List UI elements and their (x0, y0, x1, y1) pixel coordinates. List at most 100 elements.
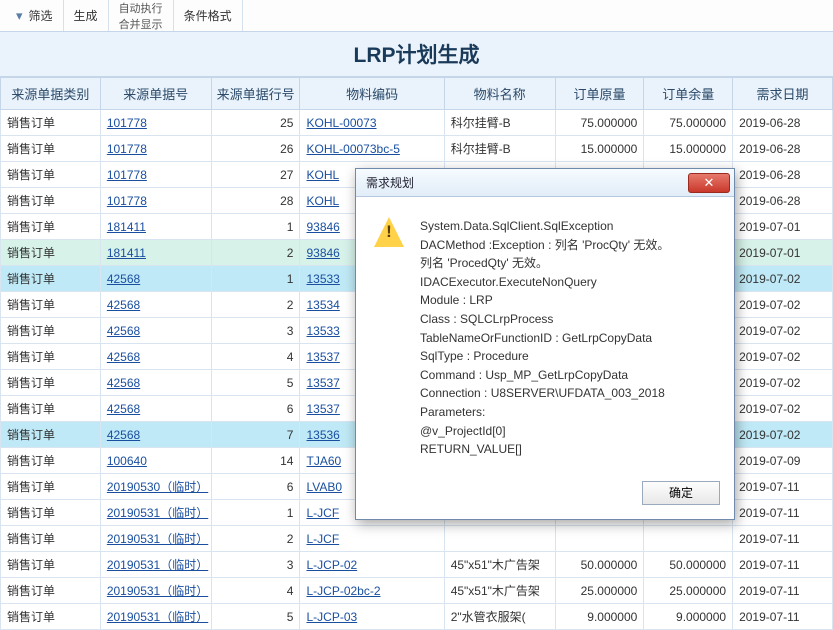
cell-date: 2019-07-02 (733, 396, 833, 422)
cell-orig-qty (555, 526, 644, 552)
close-button[interactable]: ✕ (688, 173, 730, 193)
cell-doc-no[interactable]: 42568 (100, 292, 211, 318)
cell-doc-no[interactable]: 42568 (100, 370, 211, 396)
cell-mat-name: 45"x51"木广告架 (444, 578, 555, 604)
col-header[interactable]: 物料名称 (444, 78, 555, 110)
cell-mat-name (444, 526, 555, 552)
cell-date: 2019-07-01 (733, 240, 833, 266)
cell-doc-type: 销售订单 (1, 474, 101, 500)
cell-doc-no[interactable]: 20190531（临时） (100, 500, 211, 526)
cell-date: 2019-07-11 (733, 552, 833, 578)
ok-button[interactable]: 确定 (642, 481, 720, 505)
cell-doc-no[interactable]: 42568 (100, 396, 211, 422)
cell-doc-type: 销售订单 (1, 266, 101, 292)
cell-doc-no[interactable]: 101778 (100, 162, 211, 188)
col-header[interactable]: 需求日期 (733, 78, 833, 110)
table-row[interactable]: 销售订单20190531（临时）3L-JCP-0245"x51"木广告架50.0… (1, 552, 833, 578)
col-header[interactable]: 来源单据类别 (1, 78, 101, 110)
cell-doc-type: 销售订单 (1, 136, 101, 162)
table-row[interactable]: 销售订单10177826KOHL-00073bc-5科尔挂臂-B15.00000… (1, 136, 833, 162)
cell-doc-type: 销售订单 (1, 422, 101, 448)
filter-label: 筛选 (29, 7, 53, 24)
cell-doc-type: 销售订单 (1, 578, 101, 604)
cell-line: 6 (211, 474, 300, 500)
cell-doc-type: 销售订单 (1, 292, 101, 318)
cell-doc-no[interactable]: 20190531（临时） (100, 552, 211, 578)
cell-mat-name: 2"水管衣服架( (444, 604, 555, 630)
cell-line: 2 (211, 240, 300, 266)
cell-line: 4 (211, 344, 300, 370)
cell-line: 4 (211, 578, 300, 604)
cell-doc-type: 销售订单 (1, 318, 101, 344)
cell-doc-no[interactable]: 42568 (100, 422, 211, 448)
cell-doc-no[interactable]: 101778 (100, 136, 211, 162)
cell-doc-type: 销售订单 (1, 162, 101, 188)
cell-orig-qty: 15.000000 (555, 136, 644, 162)
dialog-message: System.Data.SqlClient.SqlExceptionDACMet… (420, 217, 669, 459)
cell-orig-qty: 50.000000 (555, 552, 644, 578)
cell-line: 3 (211, 552, 300, 578)
cell-date: 2019-06-28 (733, 110, 833, 136)
table-row[interactable]: 销售订单20190531（临时）5L-JCP-032"水管衣服架(9.00000… (1, 604, 833, 630)
cell-doc-no[interactable]: 181411 (100, 240, 211, 266)
cell-date: 2019-06-28 (733, 136, 833, 162)
col-header[interactable]: 物料编码 (300, 78, 444, 110)
cell-date: 2019-07-11 (733, 526, 833, 552)
cell-line: 7 (211, 422, 300, 448)
cell-date: 2019-07-02 (733, 318, 833, 344)
cell-doc-no[interactable]: 20190531（临时） (100, 526, 211, 552)
col-header[interactable]: 订单原量 (555, 78, 644, 110)
cell-doc-no[interactable]: 42568 (100, 318, 211, 344)
table-row[interactable]: 销售订单10177825KOHL-00073科尔挂臂-B75.00000075.… (1, 110, 833, 136)
cell-mat-code[interactable]: L-JCP-03 (300, 604, 444, 630)
cell-date: 2019-07-11 (733, 474, 833, 500)
cell-line: 2 (211, 526, 300, 552)
cell-doc-no[interactable]: 42568 (100, 344, 211, 370)
table-row[interactable]: 销售订单20190531（临时）2L-JCF2019-07-11 (1, 526, 833, 552)
filter-group[interactable]: ▾ 筛选 (6, 0, 64, 31)
warning-icon (374, 217, 404, 247)
generate-group[interactable]: 生成 (64, 0, 109, 31)
cell-mat-code[interactable]: L-JCF (300, 526, 444, 552)
cell-date: 2019-07-02 (733, 266, 833, 292)
table-row[interactable]: 销售订单20190531（临时）4L-JCP-02bc-245"x51"木广告架… (1, 578, 833, 604)
cell-line: 2 (211, 292, 300, 318)
dialog-titlebar[interactable]: 需求规划 ✕ (356, 169, 734, 197)
cell-mat-code[interactable]: KOHL-00073bc-5 (300, 136, 444, 162)
cell-rem-qty: 15.000000 (644, 136, 733, 162)
cell-mat-code[interactable]: L-JCP-02 (300, 552, 444, 578)
cell-doc-no[interactable]: 20190530（临时） (100, 474, 211, 500)
cell-doc-no[interactable]: 181411 (100, 214, 211, 240)
cell-doc-type: 销售订单 (1, 214, 101, 240)
cell-doc-no[interactable]: 42568 (100, 266, 211, 292)
cell-mat-name: 科尔挂臂-B (444, 110, 555, 136)
cell-date: 2019-07-11 (733, 604, 833, 630)
col-header[interactable]: 来源单据行号 (211, 78, 300, 110)
col-header[interactable]: 来源单据号 (100, 78, 211, 110)
toolbar: ▾ 筛选 生成 自动执行 合并显示 条件格式 (0, 0, 833, 32)
cell-mat-code[interactable]: L-JCP-02bc-2 (300, 578, 444, 604)
cell-doc-no[interactable]: 100640 (100, 448, 211, 474)
cell-line: 6 (211, 396, 300, 422)
page-title: LRP计划生成 (0, 32, 833, 77)
col-header[interactable]: 订单余量 (644, 78, 733, 110)
cell-mat-code[interactable]: KOHL-00073 (300, 110, 444, 136)
cell-doc-no[interactable]: 20190531（临时） (100, 604, 211, 630)
cell-date: 2019-06-28 (733, 188, 833, 214)
cell-doc-type: 销售订单 (1, 344, 101, 370)
cell-doc-no[interactable]: 101778 (100, 188, 211, 214)
cell-line: 27 (211, 162, 300, 188)
cell-orig-qty: 25.000000 (555, 578, 644, 604)
cell-line: 1 (211, 214, 300, 240)
auto-group[interactable]: 自动执行 合并显示 (109, 0, 174, 31)
cell-date: 2019-06-28 (733, 162, 833, 188)
cell-doc-no[interactable]: 20190531（临时） (100, 578, 211, 604)
cond-format-group[interactable]: 条件格式 (174, 0, 243, 31)
funnel-icon: ▾ (16, 8, 23, 24)
cell-line: 3 (211, 318, 300, 344)
cell-line: 28 (211, 188, 300, 214)
cell-line: 5 (211, 604, 300, 630)
cell-orig-qty: 9.000000 (555, 604, 644, 630)
cell-line: 14 (211, 448, 300, 474)
cell-doc-no[interactable]: 101778 (100, 110, 211, 136)
